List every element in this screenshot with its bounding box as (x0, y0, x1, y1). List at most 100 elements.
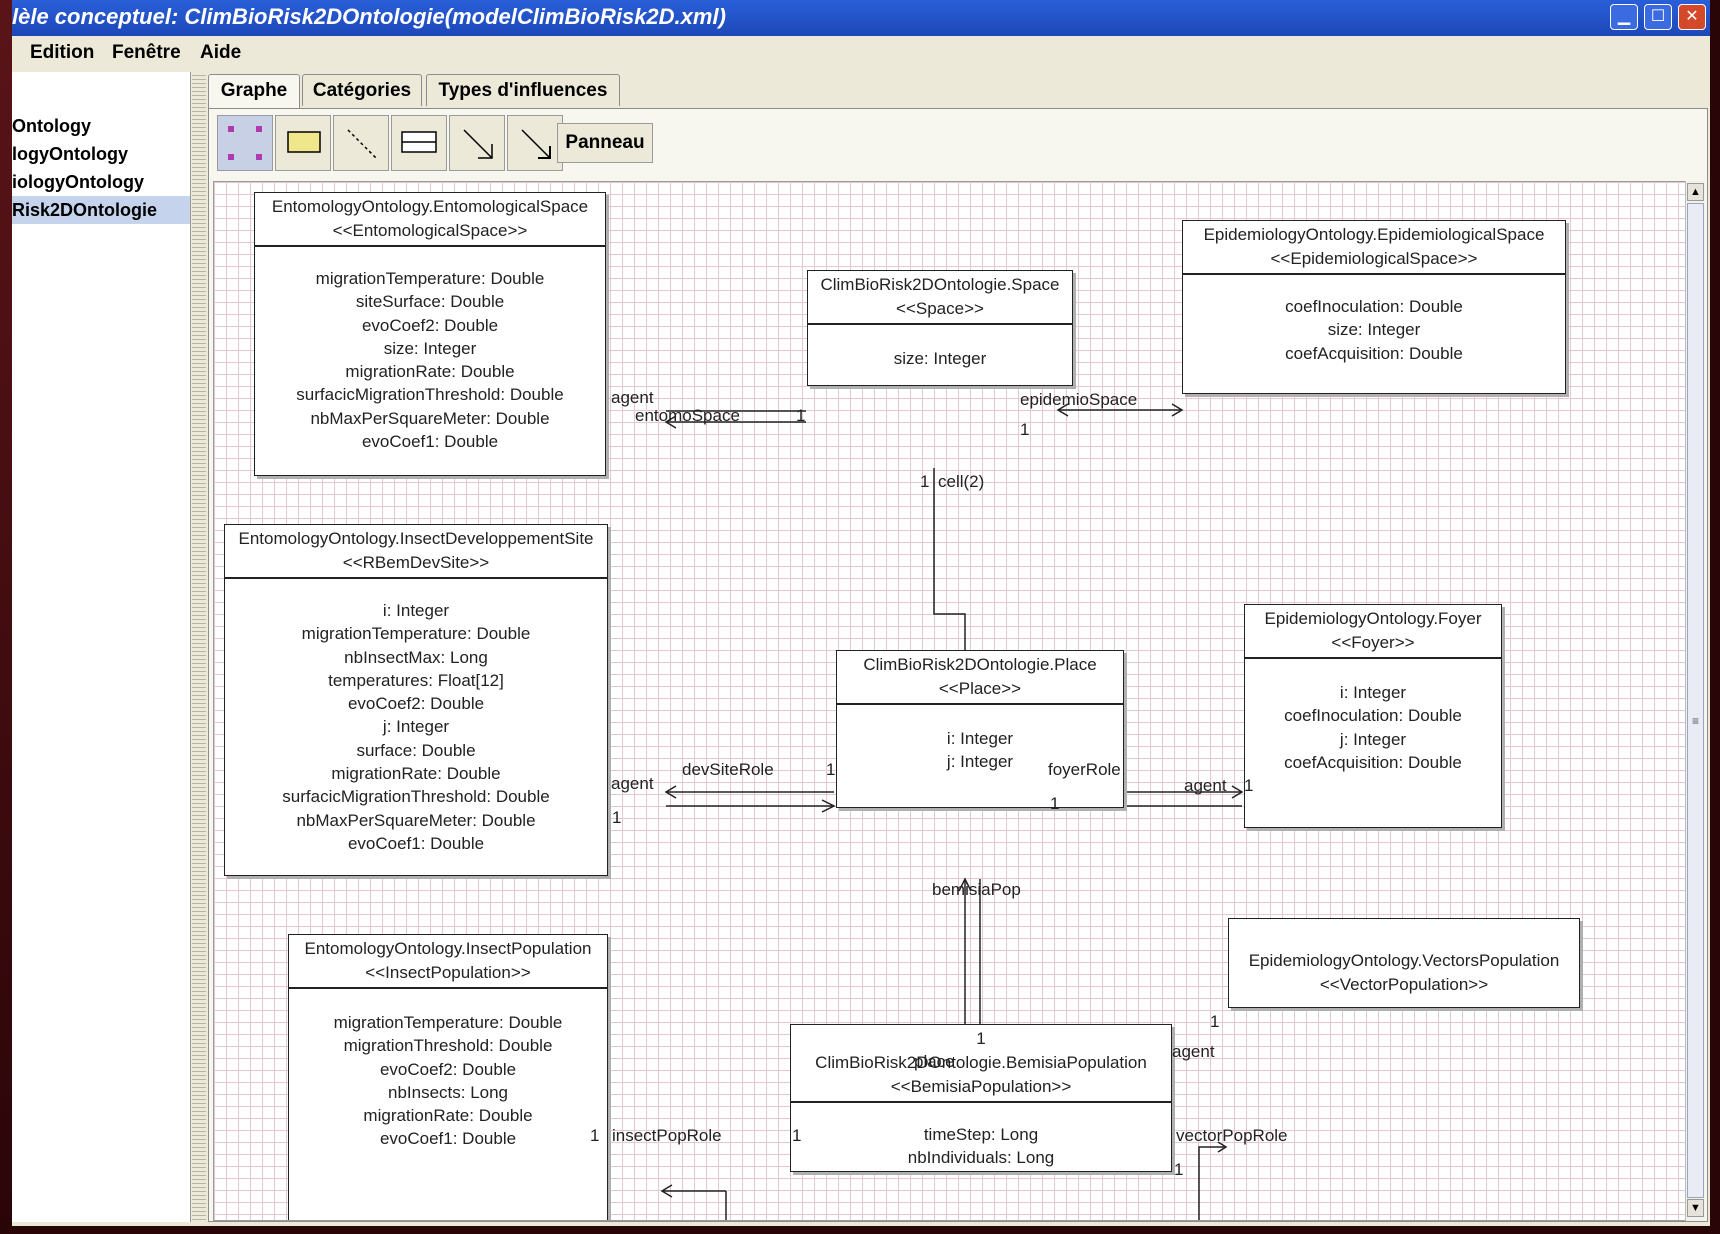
menu-fenetre[interactable]: Fenêtre (112, 42, 181, 64)
class-name: ClimBioRisk2DOntologie.Space (820, 275, 1060, 294)
class-insect-developpement-site[interactable]: EntomologyOntology.InsectDeveloppementSi… (224, 524, 608, 876)
open-arrow-tool-button[interactable] (449, 115, 505, 171)
class-stereotype: <<InsectPopulation>> (365, 963, 531, 982)
class-attribute: migrationTemperature: Double (315, 269, 545, 288)
class-attribute: siteSurface: Double (355, 292, 505, 312)
arrow-up-icon: ▲ (1690, 186, 1701, 198)
role-entomospace-label: entomoSpace (635, 406, 740, 425)
class-attribute: evoCoef1: Double (361, 432, 499, 452)
class-insect-population[interactable]: EntomologyOntology.InsectPopulation <<Ins… (288, 934, 608, 1220)
class-bemisia-population[interactable]: 1 ClimBioRisk2DOntologie.BemisiaPopulatio… (790, 1024, 1172, 1172)
class-attribute: surfacicMigrationThreshold: Double (296, 385, 564, 405)
multiplicity-label: 1 (826, 760, 836, 779)
class-attribute: coefAcquisition: Double (1285, 343, 1463, 363)
class-attribute: evoCoef1: Double (379, 1129, 517, 1149)
class-box-tool-button[interactable] (391, 115, 447, 171)
class-entomological-space[interactable]: EntomologyOntology.EntomologicalSpace <<E… (254, 192, 606, 476)
diagram-canvas[interactable]: EntomologyOntology.EntomologicalSpace <<E… (213, 181, 1691, 1221)
scroll-up-button[interactable]: ▲ (1687, 183, 1704, 201)
class-attribute: nbMaxPerSquareMeter: Double (296, 810, 536, 830)
class-attribute: surface: Double (356, 740, 476, 760)
tree-item-risk2d-ontologie[interactable]: Risk2DOntologie (12, 196, 190, 224)
class-stereotype: <<VectorPopulation>> (1319, 975, 1489, 994)
class-attribute: surfacicMigrationThreshold: Double (282, 787, 550, 807)
role-epidemiospace-label: epidemioSpace (1020, 390, 1138, 409)
multiplicity-label: 1 (1050, 794, 1060, 813)
class-attribute: migrationRate: Double (363, 1106, 533, 1126)
multiplicity-label: 1 (612, 808, 622, 827)
grip-icon: ≡ (1692, 714, 1700, 728)
tree-item-iology-ontology[interactable]: iologyOntology (12, 168, 144, 196)
panneau-button[interactable]: Panneau (557, 123, 653, 163)
multiplicity-label: 1 (590, 1126, 600, 1145)
class-attribute: evoCoef2: Double (361, 315, 499, 335)
role-vectorpoprole-label: vectorPopRole (1176, 1126, 1288, 1145)
class-stereotype: <<EpidemiologicalSpace>> (1270, 249, 1478, 268)
class-name: EntomologyOntology.InsectDeveloppementSi… (238, 529, 594, 548)
close-button[interactable]: ✕ (1678, 4, 1706, 30)
rectangle-tool-button[interactable] (275, 115, 331, 171)
role-place-label: place (914, 1052, 955, 1071)
class-attribute: nbInsectMax: Long (344, 647, 488, 667)
rectangle-icon (287, 131, 321, 153)
role-agent-label: agent (611, 388, 654, 407)
class-foyer[interactable]: EpidemiologyOntology.Foyer <<Foyer>> i: I… (1244, 604, 1502, 828)
minimize-button[interactable]: ▁ (1610, 4, 1638, 30)
class-attribute: i: Integer (382, 601, 450, 620)
class-attribute: temperatures: Float[12] (328, 670, 504, 690)
tab-types-influences[interactable]: Types d'influences (426, 74, 620, 106)
role-insectpoprole-label: insectPopRole (612, 1126, 722, 1145)
class-attribute: j: Integer (382, 717, 450, 737)
scroll-down-button[interactable]: ▼ (1687, 1199, 1704, 1217)
class-space[interactable]: ClimBioRisk2DOntologie.Space <<Space>> si… (807, 270, 1073, 386)
minimize-icon: ▁ (1617, 8, 1631, 25)
menu-aide[interactable]: Aide (200, 42, 241, 64)
class-name: EntomologyOntology.EntomologicalSpace (271, 197, 589, 216)
multiplicity-label: 1 (920, 472, 930, 491)
tree-item-logy-ontology[interactable]: logyOntology (12, 140, 128, 168)
class-attribute: migrationTemperature: Double (333, 1013, 563, 1032)
class-stereotype: <<BemisiaPopulation>> (890, 1077, 1072, 1096)
class-stereotype: <<EntomologicalSpace>> (332, 221, 528, 240)
tab-graphe[interactable]: Graphe (208, 74, 300, 108)
maximize-button[interactable]: ☐ (1644, 4, 1672, 30)
class-vectors-population[interactable]: EpidemiologyOntology.VectorsPopulation <<… (1228, 918, 1580, 1008)
role-bemisiapop-label: bemisiaPop (932, 880, 1021, 899)
class-attribute: evoCoef2: Double (379, 1059, 517, 1079)
close-icon: ✕ (1685, 8, 1699, 25)
tab-categories[interactable]: Catégories (302, 74, 422, 106)
open-arrow-icon (463, 129, 493, 159)
role-foyerrole-label: foyerRole (1048, 760, 1121, 779)
class-name: EpidemiologyOntology.EpidemiologicalSpac… (1203, 225, 1545, 244)
split-pane-divider[interactable] (192, 72, 206, 1222)
class-attribute: migrationRate: Double (345, 362, 515, 382)
class-place[interactable]: ClimBioRisk2DOntologie.Place <<Place>> i:… (836, 650, 1124, 808)
graph-panel: Panneau EntomologyOntology.Entomological… (208, 108, 1708, 1222)
scroll-thumb[interactable]: ≡ (1687, 203, 1704, 1198)
ontology-tree: Ontology logyOntology iologyOntology Ris… (12, 72, 191, 1222)
class-stereotype: <<Space>> (896, 299, 984, 318)
class-stereotype: <<Foyer>> (1331, 633, 1415, 652)
tree-item-ontology[interactable]: Ontology (12, 112, 91, 140)
arrow-icon (521, 129, 551, 159)
class-attribute: evoCoef2: Double (347, 694, 485, 714)
multiplicity-label: 1 (792, 1126, 802, 1145)
multiplicity-label: 1 (796, 406, 806, 425)
arrow-tool-button[interactable] (507, 115, 563, 171)
select-tool-button[interactable] (217, 115, 273, 171)
menu-edition[interactable]: Edition (30, 42, 94, 64)
vertical-scrollbar[interactable]: ▲ ≡ ▼ (1685, 181, 1705, 1221)
select-dots-icon (228, 126, 262, 160)
window-titlebar[interactable]: lèle conceptuel: ClimBioRisk2DOntologie(… (12, 0, 1710, 36)
role-agent-label: agent (1172, 1042, 1215, 1061)
dashed-line-tool-button[interactable] (333, 115, 389, 171)
role-agent-label: agent (611, 774, 654, 793)
desktop-background-bottom (0, 1226, 1720, 1234)
class-name: EntomologyOntology.InsectPopulation (304, 939, 592, 958)
class-attribute: migrationThreshold: Double (343, 1036, 553, 1056)
class-epidemiological-space[interactable]: EpidemiologyOntology.EpidemiologicalSpac… (1182, 220, 1566, 394)
main-window: Edition Fenêtre Aide Ontology logyOntolo… (12, 36, 1710, 1226)
multiplicity-label: 1 (1020, 420, 1030, 439)
class-attribute: nbIndividuals: Long (907, 1148, 1055, 1168)
dashed-line-icon (347, 129, 377, 159)
